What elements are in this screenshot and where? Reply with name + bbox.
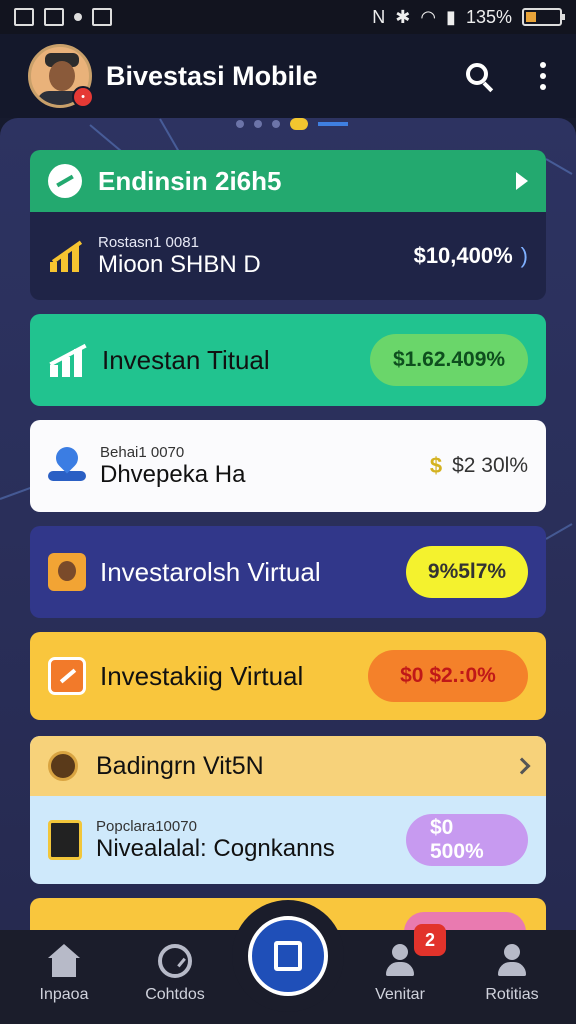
home-icon (47, 944, 81, 978)
dollar-icon: $ (429, 453, 443, 478)
main-panel: Endinsin 2i6h5 Rostasn1 0081 Mioon SHBN … (0, 118, 576, 930)
investment-card-2[interactable]: Investan Titual $1.62.409% (30, 314, 546, 406)
location-pin-icon (48, 442, 86, 485)
dot-icon (74, 13, 82, 21)
play-chevron-icon[interactable] (516, 172, 528, 190)
avatar-badge: • (72, 86, 94, 108)
investment-card-5[interactable]: Investakiig Virtual $0 $2.:0% (30, 632, 546, 720)
section-title: Badingrn Vit5N (96, 751, 264, 780)
card-label: Investakiig Virtual (100, 660, 304, 691)
amount-pill[interactable]: $0 500% (406, 814, 528, 866)
item-title: Dhvepeka Ha (100, 460, 246, 488)
person-icon (495, 944, 529, 978)
battery-text: 135% (465, 6, 512, 27)
bar-chart-icon (48, 343, 88, 377)
investment-card-4[interactable]: Investarolsh Virtual 9%5l7% (30, 526, 546, 618)
coin-icon (48, 751, 78, 781)
investment-card-3[interactable]: Behai1 0070 Dhvepeka Ha $ $2 30l% (30, 420, 546, 512)
section-title: Endinsin 2i6h5 (98, 165, 282, 196)
search-icon[interactable] (464, 61, 494, 93)
notification-badge: 2 (414, 924, 446, 956)
section-card-6[interactable]: Badingrn Vit5N Popclara10070 Nivealalal:… (30, 736, 546, 884)
item-subtitle: Rostasn1 0081 (98, 233, 199, 251)
wifi-icon: ◠ (420, 6, 437, 27)
section-header-6[interactable]: Badingrn Vit5N (30, 736, 546, 796)
chart-icon (92, 8, 112, 26)
status-bar: N ✱ ◠ ▮ 135% (0, 0, 576, 34)
app-header: • Bivestasi Mobile (0, 34, 576, 118)
bluetooth-icon: ✱ (395, 6, 411, 27)
nav-label: Cohtdos (145, 986, 205, 1003)
amount-pill[interactable]: 9%5l7% (406, 546, 528, 598)
chevron-right-icon[interactable] (513, 757, 531, 775)
item-amount: $10,400% (413, 243, 513, 268)
nav-item-cohtdos[interactable]: Cohtdos (125, 930, 225, 1024)
gallery-icon (14, 8, 34, 26)
item-title: Mioon SHBN D (98, 250, 261, 278)
nav-label: Rotitias (485, 986, 539, 1003)
section-card-1[interactable]: Endinsin 2i6h5 Rostasn1 0081 Mioon SHBN … (30, 150, 546, 300)
gauge-icon (158, 944, 192, 978)
amount-pill[interactable]: $0 $2.:0% (368, 650, 528, 702)
investment-row[interactable]: Rostasn1 0081 Mioon SHBN D $10,400% ) (30, 212, 546, 300)
battery-icon (522, 8, 565, 26)
person-icon (383, 944, 417, 978)
amount-pill[interactable]: $1.62.409% (370, 334, 528, 386)
more-options-icon[interactable] (538, 62, 548, 90)
page-indicator (236, 118, 348, 130)
nav-item-rotitias[interactable]: Rotitias (462, 930, 562, 1024)
photo-icon (44, 8, 64, 26)
square-icon (274, 941, 302, 971)
document-icon (48, 820, 82, 860)
center-action-button[interactable] (248, 916, 328, 996)
item-subtitle: Behai1 0070 (100, 443, 185, 461)
nav-label: Inpaoa (39, 986, 89, 1003)
investment-row[interactable]: Popclara10070 Nivealalal: Cognkanns $0 5… (30, 796, 546, 884)
nav-label: Venitar (375, 986, 425, 1003)
amount-suffix: ) (520, 243, 528, 268)
nav-item-home[interactable]: Inpaoa (14, 930, 114, 1024)
nfc-icon: N (372, 6, 386, 27)
app-title: Bivestasi Mobile (106, 60, 318, 91)
item-amount: $2 30l% (452, 454, 528, 477)
bottom-nav: Inpaoa Cohtdos Venitar 2 Rotitias (0, 900, 576, 1024)
trend-circle-icon (48, 164, 82, 198)
tag-icon (48, 657, 86, 695)
item-subtitle: Popclara10070 (96, 817, 197, 835)
section-header-1[interactable]: Endinsin 2i6h5 (30, 150, 546, 212)
item-title: Nivealalal: Cognkanns (96, 834, 335, 862)
chart-up-icon (48, 238, 84, 274)
card-label: Investan Titual (102, 344, 270, 375)
portrait-icon (48, 553, 86, 591)
card-label: Investarolsh Virtual (100, 556, 321, 587)
signal-icon: ▮ (446, 6, 456, 27)
